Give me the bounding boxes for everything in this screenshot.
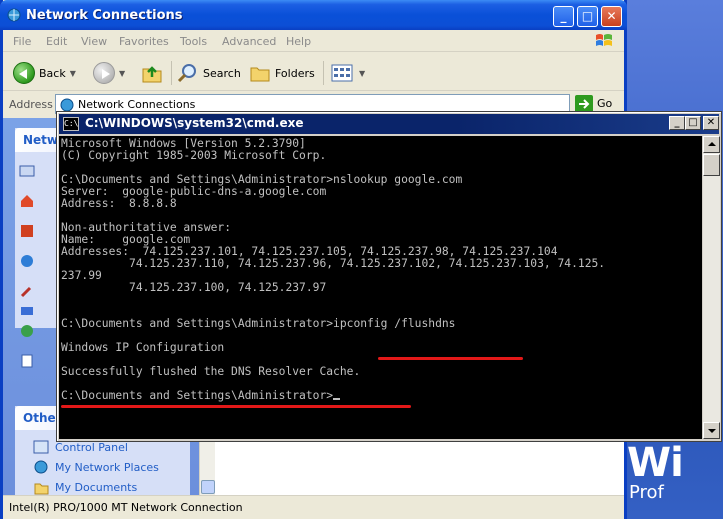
close-button[interactable]: ✕ xyxy=(601,6,622,27)
back-label: Back xyxy=(39,66,66,80)
console-line: C:\Documents and Settings\Administrator>… xyxy=(61,317,456,330)
brand-text-small: Prof xyxy=(629,482,664,503)
link-my-documents[interactable]: My Documents xyxy=(34,481,138,495)
cmd-minimize-button[interactable]: _ xyxy=(669,116,685,130)
folders-label: Folders xyxy=(275,66,315,80)
cmd-close-button[interactable]: ✕ xyxy=(703,116,719,130)
views-button[interactable]: ▼ xyxy=(331,61,365,85)
menu-file[interactable]: File xyxy=(13,35,31,48)
explorer-titlebar[interactable]: Network Connections _ □ ✕ xyxy=(0,0,627,30)
back-button[interactable]: Back ▼ xyxy=(13,61,76,85)
link-my-network-places-label: My Network Places xyxy=(55,461,159,474)
toolbar-separator xyxy=(323,61,324,85)
windows-brand-watermark: Wi Prof xyxy=(623,440,723,510)
network-connections-icon xyxy=(7,8,21,22)
console-line: 74.125.237.110, 74.125.237.96, 74.125.23… xyxy=(61,257,606,270)
cmd-icon: C:\ xyxy=(63,117,79,131)
cmd-titlebar[interactable]: C:\ C:\WINDOWS\system32\cmd.exe _ □ ✕ xyxy=(59,114,719,134)
scroll-down-icon[interactable] xyxy=(703,422,720,439)
link-control-panel-label: Control Panel xyxy=(55,441,128,454)
annotation-underline-result xyxy=(61,405,411,408)
console-line: Address: 8.8.8.8 xyxy=(61,197,177,210)
back-arrow-icon xyxy=(13,62,35,84)
link-my-network-places[interactable]: My Network Places xyxy=(34,460,159,474)
search-icon xyxy=(177,64,196,83)
link-control-panel[interactable]: Control Panel xyxy=(33,440,128,454)
up-folder-icon xyxy=(142,66,162,83)
menu-bar: File Edit View Favorites Tools Advanced … xyxy=(3,30,624,52)
menu-favorites[interactable]: Favorites xyxy=(119,35,169,48)
minimize-button[interactable]: _ xyxy=(553,6,574,27)
folders-button[interactable]: Folders xyxy=(249,61,315,85)
repair-icon[interactable] xyxy=(19,283,35,299)
views-dropdown-icon[interactable]: ▼ xyxy=(359,69,365,78)
forward-dropdown-icon[interactable]: ▼ xyxy=(119,69,125,78)
forward-arrow-icon xyxy=(93,62,115,84)
disable-device-icon[interactable] xyxy=(19,253,35,269)
console-line: 74.125.237.100, 74.125.237.97 xyxy=(61,281,327,294)
control-panel-icon xyxy=(33,440,49,454)
standard-toolbar: Back ▼ ▼ Search Folders ▼ xyxy=(3,53,624,91)
annotation-underline-command xyxy=(378,357,523,360)
console-line: (C) Copyright 1985-2003 Microsoft Corp. xyxy=(61,149,327,162)
search-label: Search xyxy=(203,66,241,80)
explorer-title: Network Connections xyxy=(26,8,183,23)
network-places-icon xyxy=(34,460,48,474)
brand-text-large: Wi xyxy=(627,440,684,486)
menu-edit[interactable]: Edit xyxy=(46,35,67,48)
home-network-icon[interactable] xyxy=(19,193,35,209)
link-my-documents-label: My Documents xyxy=(55,481,138,494)
console-line: Windows IP Configuration xyxy=(61,341,225,354)
cursor-caret xyxy=(333,398,341,400)
views-icon xyxy=(331,64,353,82)
cmd-maximize-button[interactable]: □ xyxy=(685,116,701,130)
back-dropdown-icon[interactable]: ▼ xyxy=(70,69,76,78)
menu-tools[interactable]: Tools xyxy=(180,35,207,48)
address-value: Network Connections xyxy=(78,98,196,111)
create-connection-icon[interactable] xyxy=(19,163,35,179)
scroll-down-icon[interactable] xyxy=(201,480,215,494)
menu-view[interactable]: View xyxy=(81,35,107,48)
menu-advanced[interactable]: Advanced xyxy=(222,35,276,48)
scroll-thumb[interactable] xyxy=(703,154,720,176)
search-button[interactable]: Search xyxy=(177,61,241,85)
cmd-scrollbar[interactable] xyxy=(703,136,720,439)
forward-button[interactable]: ▼ xyxy=(93,61,125,85)
console-line: Successfully flushed the DNS Resolver Ca… xyxy=(61,365,361,378)
settings-icon[interactable] xyxy=(19,353,35,369)
documents-icon xyxy=(34,483,49,495)
console-output[interactable]: Microsoft Windows [Version 5.2.3790] (C)… xyxy=(59,136,702,439)
windows-flag-icon xyxy=(596,34,612,46)
status-bar: Intel(R) PRO/1000 MT Network Connection xyxy=(3,495,624,519)
toolbar-separator xyxy=(171,61,172,85)
console-text: Microsoft Windows [Version 5.2.3790] (C)… xyxy=(61,138,605,402)
maximize-button[interactable]: □ xyxy=(577,6,598,27)
cmd-title: C:\WINDOWS\system32\cmd.exe xyxy=(85,116,304,130)
menu-help[interactable]: Help xyxy=(286,35,311,48)
rename-icon[interactable] xyxy=(19,303,35,319)
folders-icon xyxy=(250,67,270,82)
address-label: Address xyxy=(9,98,53,111)
firewall-icon[interactable] xyxy=(19,223,35,239)
cmd-window: C:\ C:\WINDOWS\system32\cmd.exe _ □ ✕ Mi… xyxy=(56,111,722,442)
go-label: Go xyxy=(597,97,613,110)
status-icon[interactable] xyxy=(19,323,35,339)
console-line: C:\Documents and Settings\Administrator> xyxy=(61,389,334,402)
up-folder-button[interactable] xyxy=(141,61,163,85)
scroll-up-icon[interactable] xyxy=(703,136,720,153)
status-text: Intel(R) PRO/1000 MT Network Connection xyxy=(9,501,243,514)
